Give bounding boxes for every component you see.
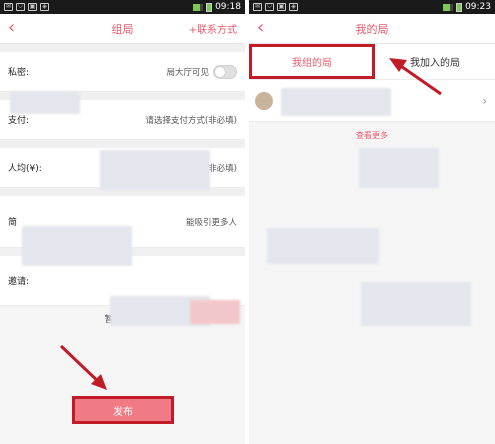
tab-my-organized[interactable]: 我组的局 bbox=[249, 44, 375, 79]
annotation-arrow-icon bbox=[389, 58, 442, 96]
per-person-label: 人均(¥): bbox=[8, 164, 42, 174]
phone-my-events: ✉ ⛉ ▣ ◈ 09:23 ‹ 我的局 我组的局 我加入的局 › 查看更多 bbox=[249, 0, 495, 444]
chevron-right-icon: › bbox=[482, 93, 487, 108]
shield-icon: ⛉ bbox=[16, 3, 25, 11]
obscured-area bbox=[190, 300, 240, 324]
invite-label: 邀请: bbox=[8, 277, 30, 287]
status-time: 09:23 bbox=[465, 2, 491, 12]
spacer bbox=[0, 44, 245, 52]
publish-button[interactable]: 发布 bbox=[72, 396, 174, 424]
signal-icon bbox=[443, 3, 454, 11]
obscured-area bbox=[281, 88, 391, 116]
obscured-area bbox=[22, 226, 132, 266]
signal-icon bbox=[193, 3, 204, 11]
notification-icon: ✉ bbox=[4, 3, 13, 11]
obscured-area bbox=[361, 282, 471, 326]
back-chevron-icon[interactable]: ‹ bbox=[257, 19, 264, 37]
see-more-link[interactable]: 查看更多 bbox=[249, 122, 495, 149]
privacy-label: 私密: bbox=[8, 68, 30, 78]
notification-icon: ✉ bbox=[253, 3, 262, 11]
image-icon: ▣ bbox=[277, 3, 286, 11]
privacy-toggle[interactable] bbox=[213, 64, 237, 79]
tab-bar: 我组的局 我加入的局 bbox=[249, 44, 495, 80]
screenshot-composite: ✉ ⛉ ▣ ◈ 09:18 ‹ 组局 +联系方式 私密: 局大厅可见 支付: 请… bbox=[0, 0, 495, 444]
page-title: 组局 bbox=[111, 22, 134, 36]
toggle-label: 局大厅可见 bbox=[166, 67, 209, 78]
payment-hint: 请选择支付方式(非必填) bbox=[145, 115, 237, 126]
add-contact-button[interactable]: +联系方式 bbox=[189, 21, 237, 36]
page-title: 我的局 bbox=[355, 22, 389, 36]
obscured-area bbox=[267, 228, 379, 264]
image-icon: ▣ bbox=[28, 3, 37, 11]
obscured-area bbox=[10, 92, 80, 114]
battery-icon bbox=[206, 2, 213, 12]
spacer bbox=[0, 140, 245, 148]
nav-bar: ‹ 组局 +联系方式 bbox=[0, 14, 245, 44]
obscured-area bbox=[100, 150, 210, 190]
status-bar: ✉ ⛉ ▣ ◈ 09:23 bbox=[249, 0, 495, 14]
privacy-row: 私密: 局大厅可见 bbox=[0, 52, 245, 92]
status-time: 09:18 bbox=[215, 2, 241, 12]
app-icon: ◈ bbox=[40, 3, 49, 11]
obscured-area bbox=[359, 148, 439, 188]
phone-create-event: ✉ ⛉ ▣ ◈ 09:18 ‹ 组局 +联系方式 私密: 局大厅可见 支付: 请… bbox=[0, 0, 245, 444]
back-chevron-icon[interactable]: ‹ bbox=[8, 19, 15, 37]
app-icon: ◈ bbox=[289, 3, 298, 11]
annotation-arrow-icon bbox=[59, 344, 107, 390]
battery-icon bbox=[456, 2, 463, 12]
shield-icon: ⛉ bbox=[265, 3, 274, 11]
nav-bar: ‹ 我的局 bbox=[249, 14, 495, 44]
avatar bbox=[255, 91, 273, 110]
privacy-toggle-group: 局大厅可见 bbox=[78, 64, 237, 79]
status-bar: ✉ ⛉ ▣ ◈ 09:18 bbox=[0, 0, 245, 14]
payment-label: 支付: bbox=[8, 116, 30, 126]
